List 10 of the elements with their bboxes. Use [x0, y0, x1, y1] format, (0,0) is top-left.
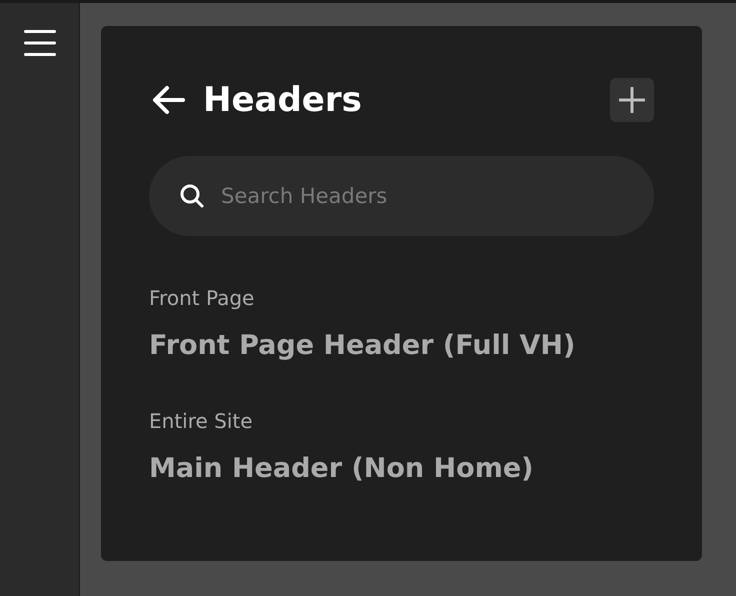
panel-title: Headers: [203, 80, 363, 120]
back-arrow-icon[interactable]: [151, 85, 185, 115]
group-label: Front Page: [149, 286, 254, 310]
menu-icon[interactable]: [24, 28, 56, 58]
search-field[interactable]: Search Headers: [149, 156, 654, 236]
plus-icon: [619, 87, 645, 113]
header-item[interactable]: Front Page Header (Full VH): [149, 330, 576, 361]
add-button[interactable]: [610, 78, 654, 122]
group-label: Entire Site: [149, 409, 253, 433]
header-item[interactable]: Main Header (Non Home): [149, 453, 534, 484]
